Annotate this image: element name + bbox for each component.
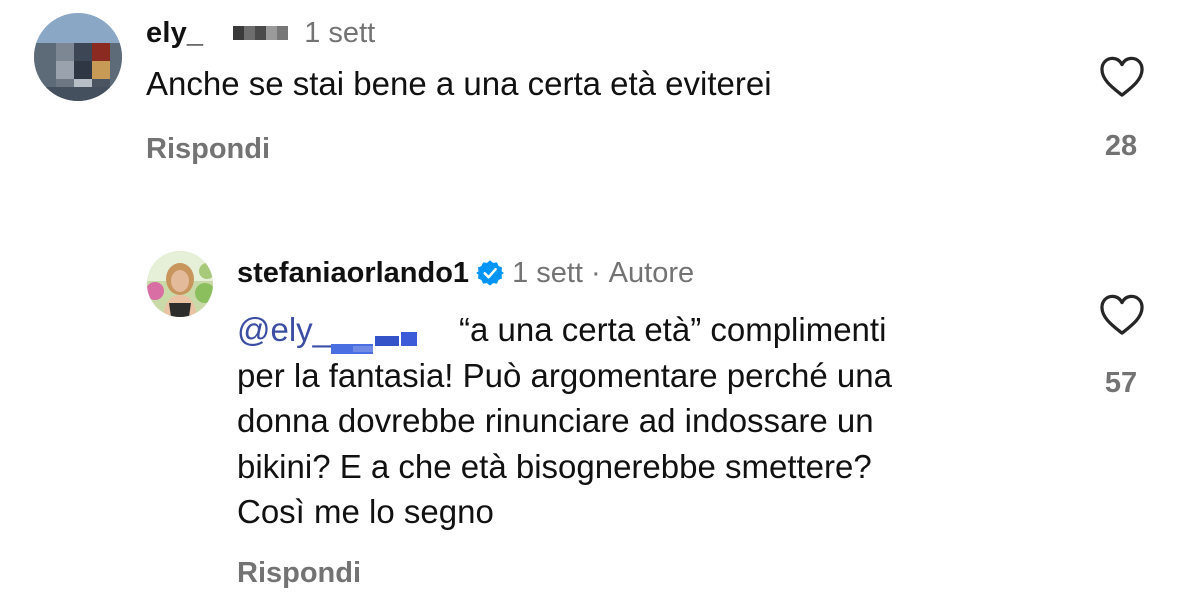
comment-text: @ely_ “a una certa età” complimenti per l… — [237, 307, 1057, 535]
comment-line: per la fantasia! Può argomentare perché … — [237, 356, 892, 394]
author-label: Autore — [608, 256, 695, 289]
redacted-block — [331, 320, 439, 355]
comment-line-text: “a una certa età” complimenti — [459, 311, 887, 348]
separator-dot: · — [591, 256, 601, 289]
comment-line: Così me lo segno — [237, 493, 494, 530]
comment-timestamp[interactable]: 1 sett — [512, 257, 583, 290]
heart-icon[interactable] — [1099, 56, 1145, 98]
comment-username[interactable]: stefaniaorlando1 — [237, 257, 469, 290]
reply-button[interactable]: Rispondi — [237, 557, 361, 590]
user-avatar[interactable] — [147, 251, 213, 317]
avatar-image — [34, 13, 122, 101]
comment-line: bikini? E a che età bisognerebbe smetter… — [237, 447, 872, 485]
comment-line: donna dovrebbe rinunciare ad indossare u… — [237, 402, 874, 439]
comment-header: ely_ 1 sett — [146, 15, 375, 51]
verified-badge-icon — [476, 259, 505, 287]
comment-line: @ely_ “a una certa età” complimenti — [237, 307, 1057, 355]
mention-link[interactable]: @ely_ — [237, 311, 331, 348]
comment-text: Anche se stai bene a una certa età evite… — [146, 65, 772, 102]
like-count[interactable]: 28 — [1099, 130, 1143, 163]
heart-icon[interactable] — [1099, 294, 1145, 336]
comment-username[interactable]: ely_ — [146, 17, 203, 50]
comment-timestamp[interactable]: 1 sett — [304, 17, 375, 50]
avatar-image — [147, 251, 213, 317]
redacted-block — [233, 26, 289, 40]
like-count[interactable]: 57 — [1099, 367, 1143, 400]
user-avatar[interactable] — [34, 13, 122, 101]
comment-header: stefaniaorlando1 1 sett · Autore — [237, 254, 694, 292]
reply-button[interactable]: Rispondi — [146, 133, 270, 166]
